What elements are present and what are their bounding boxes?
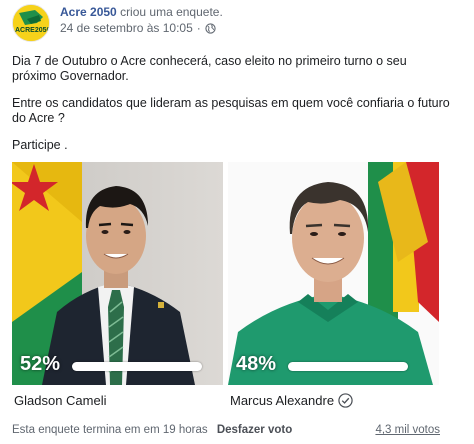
poll-post: ACRE2050 Acre 2050 criou uma enquete. 24… bbox=[0, 0, 474, 444]
post-paragraph: Participe . bbox=[12, 138, 68, 152]
post-meta: Acre 2050 criou uma enquete. 24 de setem… bbox=[60, 5, 223, 36]
globe-icon[interactable] bbox=[205, 23, 216, 34]
percent-label: 52% bbox=[20, 353, 61, 375]
poll-result: 48% bbox=[228, 351, 439, 381]
avatar-text: ACRE2050 bbox=[15, 27, 50, 34]
page-name-link[interactable]: Acre 2050 bbox=[60, 5, 117, 19]
acre-map-logo bbox=[13, 5, 49, 41]
post-timestamp[interactable]: 24 de setembro às 10:05 bbox=[60, 21, 193, 36]
page-avatar[interactable]: ACRE2050 bbox=[12, 4, 50, 42]
vote-count-link[interactable]: 4,3 mil votos bbox=[375, 424, 440, 436]
candidate-name[interactable]: Gladson Cameli bbox=[14, 393, 107, 408]
poll-end-text: Esta enquete termina em em 19 horas bbox=[12, 424, 208, 436]
poll: 52% 48% bbox=[12, 162, 439, 387]
result-bar bbox=[72, 362, 202, 371]
separator-dot: · bbox=[196, 21, 201, 35]
candidate-name[interactable]: Marcus Alexandre bbox=[230, 393, 353, 408]
post-body: Dia 7 de Outubro o Acre conhecerá, caso … bbox=[12, 54, 452, 165]
candidate-name-label: Gladson Cameli bbox=[14, 393, 107, 408]
post-paragraph: Dia 7 de Outubro o Acre conhecerá, caso … bbox=[12, 54, 407, 83]
poll-result: 52% bbox=[12, 351, 223, 381]
undo-vote-button[interactable]: Desfazer voto bbox=[217, 424, 292, 436]
poll-option-gladson[interactable]: 52% bbox=[12, 162, 223, 387]
check-circle-icon bbox=[338, 393, 353, 408]
post-paragraph: Entre os candidatos que lideram as pesqu… bbox=[12, 96, 450, 125]
percent-label: 48% bbox=[236, 353, 277, 375]
poll-option-marcus[interactable]: 48% bbox=[228, 162, 439, 387]
poll-footer: Esta enquete termina em em 19 horas Desf… bbox=[12, 424, 440, 436]
post-header: ACRE2050 Acre 2050 criou uma enquete. 24… bbox=[12, 4, 452, 44]
candidate-name-label: Marcus Alexandre bbox=[230, 393, 335, 408]
result-bar bbox=[288, 362, 408, 371]
post-action: criou uma enquete. bbox=[120, 5, 223, 19]
